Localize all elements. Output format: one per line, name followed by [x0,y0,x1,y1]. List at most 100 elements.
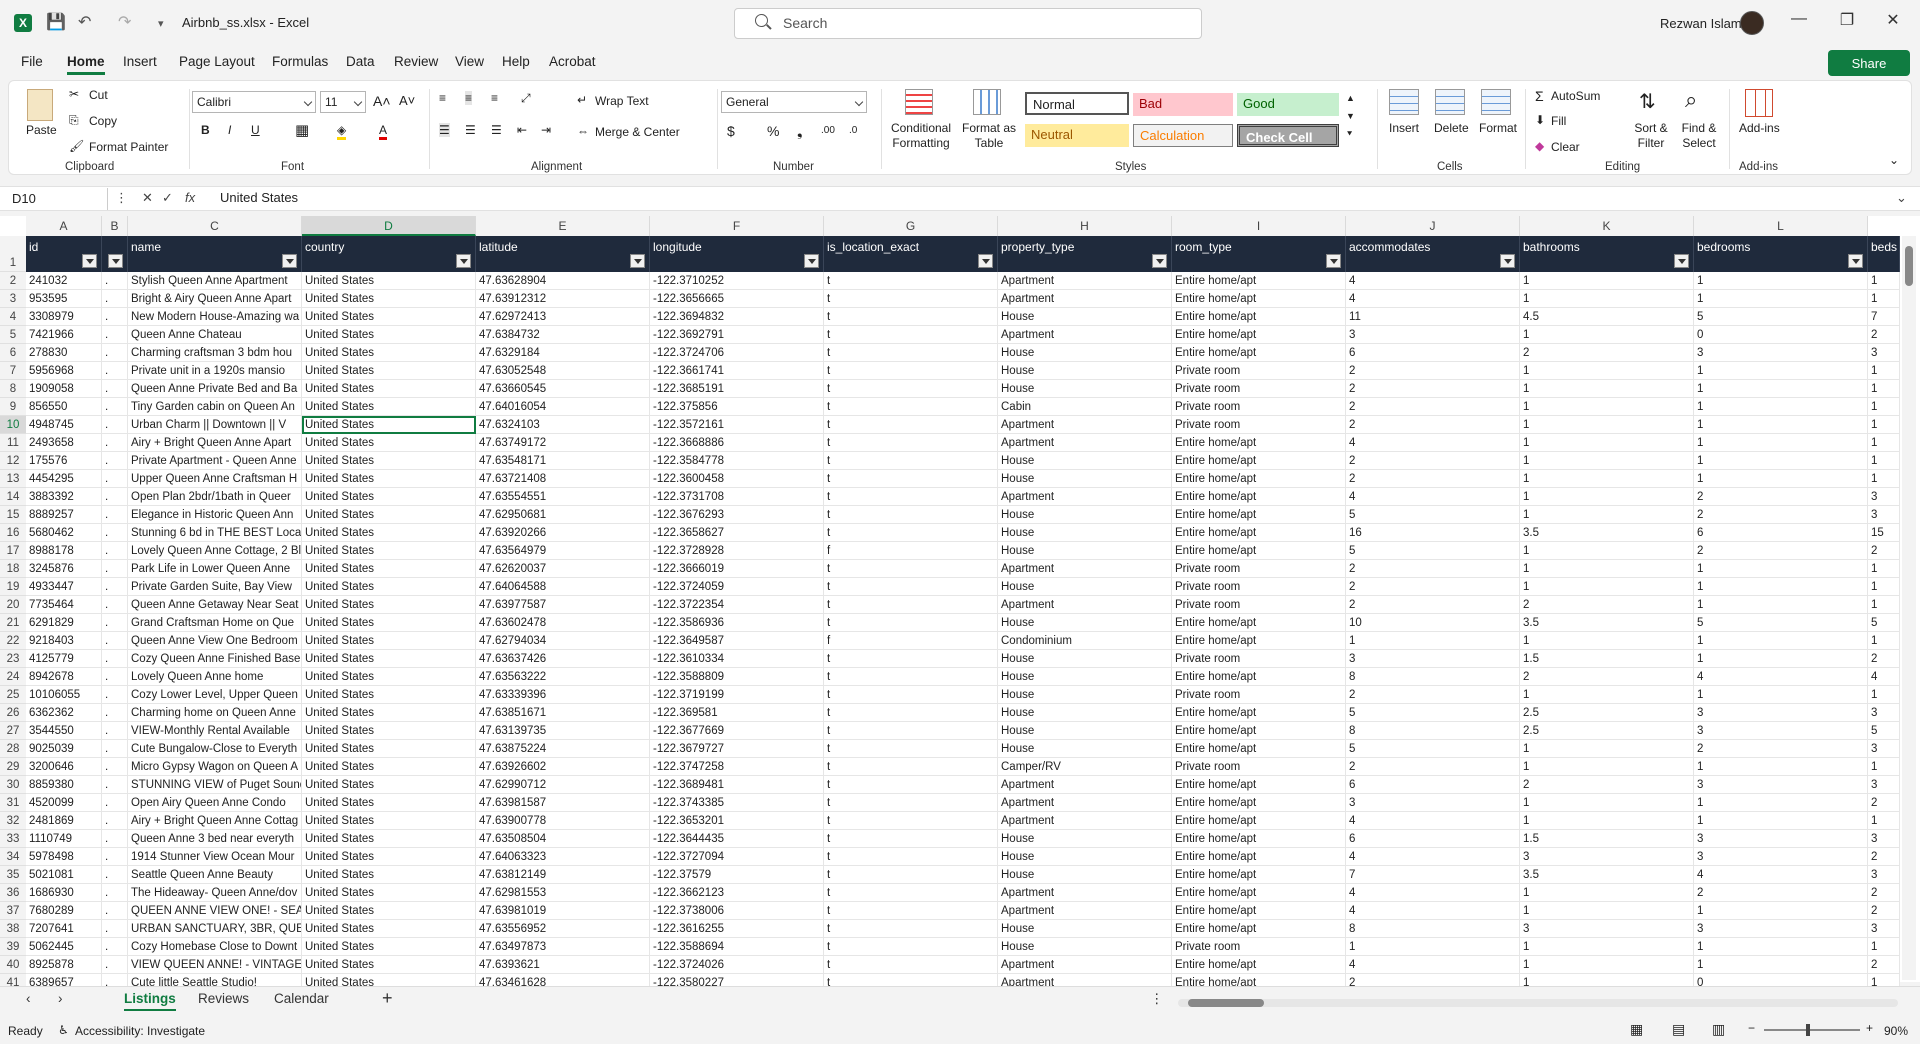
table-cell[interactable]: . [102,398,128,416]
table-cell[interactable]: 1 [1520,956,1694,974]
table-cell[interactable]: 8859380 [26,776,102,794]
table-cell[interactable]: Airy + Bright Queen Anne Cottag [128,812,302,830]
table-cell[interactable]: House [998,704,1172,722]
table-cell[interactable]: 47.63497873 [476,938,650,956]
table-cell[interactable]: -122.375856 [650,398,824,416]
table-cell[interactable]: Entire home/apt [1172,488,1346,506]
table-cell[interactable]: Apartment [998,290,1172,308]
row-header[interactable]: 37 [0,902,26,920]
table-cell[interactable]: URBAN SANCTUARY, 3BR, QUEEN [128,920,302,938]
table-cell[interactable]: 5 [1346,704,1520,722]
table-cell[interactable]: 47.63628904 [476,272,650,290]
column-header-d[interactable]: D [302,216,476,236]
table-cell[interactable]: 1 [1694,758,1868,776]
table-cell[interactable]: 4125779 [26,650,102,668]
table-cell[interactable]: -122.3586936 [650,614,824,632]
row-header[interactable]: 20 [0,596,26,614]
filter-dropdown-icon[interactable] [978,254,993,268]
table-cell[interactable]: House [998,452,1172,470]
horizontal-scroll-thumb[interactable] [1188,999,1264,1007]
table-cell[interactable]: United States [302,380,476,398]
table-cell[interactable]: 2493658 [26,434,102,452]
table-cell[interactable]: 3544550 [26,722,102,740]
row-header[interactable]: 9 [0,398,26,416]
table-cell[interactable]: 7680289 [26,902,102,920]
table-cell[interactable]: . [102,524,128,542]
table-cell[interactable]: . [102,542,128,560]
table-cell[interactable]: -122.3666019 [650,560,824,578]
table-cell[interactable]: 1 [1520,560,1694,578]
table-cell[interactable]: Apartment [998,956,1172,974]
table-cell[interactable]: 1 [1520,938,1694,956]
table-cell[interactable]: 9025039 [26,740,102,758]
font-size-select[interactable]: 11 [320,91,366,113]
table-cell[interactable]: United States [302,542,476,560]
table-cell[interactable]: Apartment [998,902,1172,920]
table-cell[interactable]: 3.5 [1520,524,1694,542]
column-header-h[interactable]: H [998,216,1172,236]
table-cell[interactable]: t [824,812,998,830]
tab-insert[interactable]: Insert [123,54,157,69]
table-cell[interactable]: 7 [1346,866,1520,884]
page-layout-view-icon[interactable]: ▤ [1672,1021,1685,1038]
table-cell[interactable]: t [824,758,998,776]
filter-dropdown-icon[interactable] [1326,254,1341,268]
tab-acrobat[interactable]: Acrobat [549,54,596,69]
table-cell[interactable]: -122.3747258 [650,758,824,776]
table-cell[interactable]: 1 [1694,650,1868,668]
table-cell[interactable]: 2 [1346,596,1520,614]
table-cell[interactable]: . [102,416,128,434]
table-cell[interactable]: 2 [1868,650,1900,668]
orientation-icon[interactable]: ⤢ [521,91,531,106]
accessibility-status[interactable]: Accessibility: Investigate [75,1024,205,1038]
table-cell[interactable]: House [998,866,1172,884]
row-header[interactable]: 15 [0,506,26,524]
table-cell[interactable]: -122.3658627 [650,524,824,542]
underline-icon[interactable]: U [251,123,260,137]
table-cell[interactable]: . [102,434,128,452]
table-cell[interactable]: f [824,632,998,650]
table-cell[interactable]: 47.6329184 [476,344,650,362]
table-cell[interactable]: 4520099 [26,794,102,812]
row-header[interactable]: 36 [0,884,26,902]
decrease-decimal-icon[interactable]: .0 [849,125,857,136]
table-cell[interactable]: -122.3692791 [650,326,824,344]
header-cell[interactable]: property_type [998,236,1172,272]
table-cell[interactable]: STUNNING VIEW of Puget Sound [128,776,302,794]
table-cell[interactable]: 47.63339396 [476,686,650,704]
table-cell[interactable]: House [998,578,1172,596]
row-header[interactable]: 22 [0,632,26,650]
table-cell[interactable]: Private room [1172,938,1346,956]
style-neutral[interactable]: Neutral [1025,124,1129,147]
table-cell[interactable]: 47.63052548 [476,362,650,380]
table-cell[interactable]: Private room [1172,416,1346,434]
table-cell[interactable]: 3 [1346,326,1520,344]
table-cell[interactable]: United States [302,524,476,542]
table-cell[interactable]: House [998,740,1172,758]
table-cell[interactable]: -122.3644435 [650,830,824,848]
name-box[interactable]: D10 [8,188,108,210]
table-cell[interactable]: 1914 Stunner View Ocean Mour [128,848,302,866]
table-cell[interactable]: Queen Anne Chateau [128,326,302,344]
table-cell[interactable]: 1 [1868,398,1900,416]
table-cell[interactable]: 3 [1868,488,1900,506]
table-cell[interactable]: 1 [1868,416,1900,434]
table-cell[interactable]: Cute Bungalow-Close to Everyth [128,740,302,758]
table-cell[interactable]: 1 [1520,740,1694,758]
table-cell[interactable]: Stylish Queen Anne Apartment [128,272,302,290]
row-header[interactable]: 23 [0,650,26,668]
row-header[interactable]: 14 [0,488,26,506]
style-check-cell[interactable]: Check Cell [1237,124,1339,147]
vertical-scrollbar[interactable] [1902,236,1916,980]
table-cell[interactable]: United States [302,452,476,470]
table-cell[interactable]: Open Airy Queen Anne Condo [128,794,302,812]
filter-dropdown-icon[interactable] [804,254,819,268]
sort-filter-button[interactable]: Sort & Filter [1629,121,1673,151]
table-cell[interactable]: -122.3727094 [650,848,824,866]
table-cell[interactable]: Entire home/apt [1172,740,1346,758]
table-cell[interactable]: Entire home/apt [1172,614,1346,632]
format-cells-button[interactable]: Format [1479,121,1517,135]
table-cell[interactable]: Entire home/apt [1172,794,1346,812]
table-cell[interactable]: 4 [1868,668,1900,686]
table-cell[interactable]: 3 [1694,830,1868,848]
